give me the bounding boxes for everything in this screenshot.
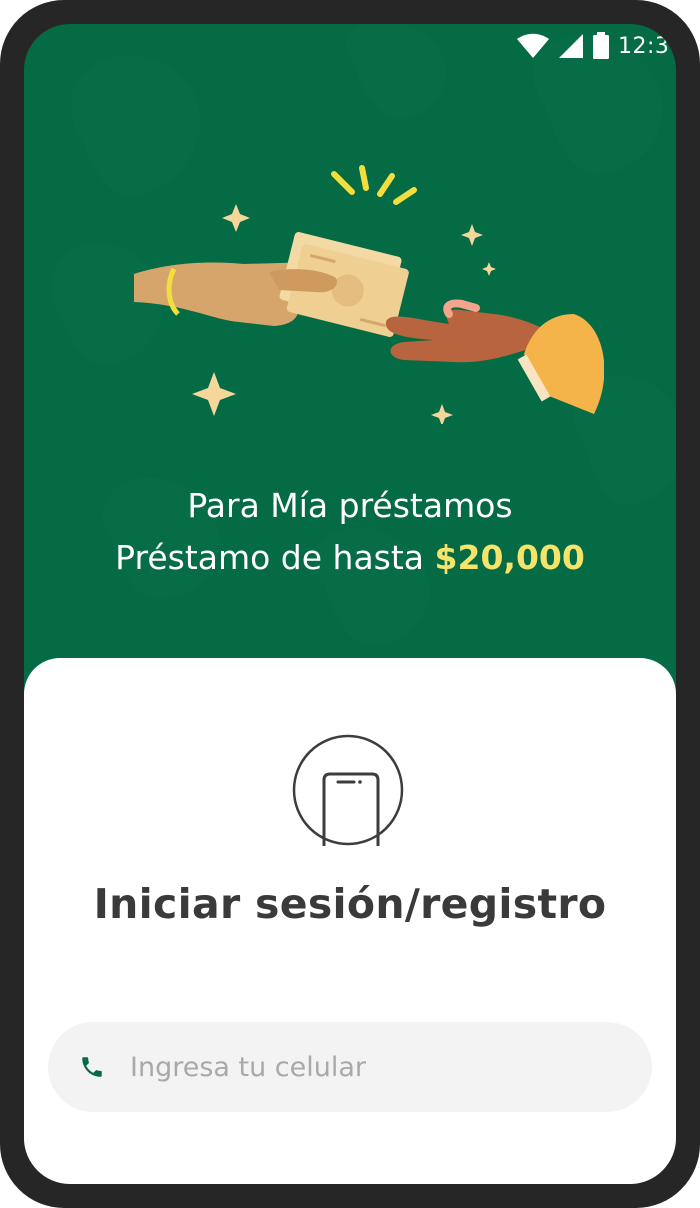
hero-subtitle: Préstamo de hasta $20,000 bbox=[24, 532, 676, 584]
phone-field[interactable] bbox=[48, 1022, 652, 1112]
phone-input[interactable] bbox=[130, 1037, 652, 1097]
login-title: Iniciar sesión/registro bbox=[93, 880, 607, 928]
hero-title: Para Mía préstamos bbox=[187, 486, 513, 525]
phone-icon bbox=[78, 1053, 106, 1081]
login-sheet: Iniciar sesión/registro bbox=[24, 658, 676, 1184]
status-bar: 12:30 bbox=[24, 24, 676, 68]
signal-icon bbox=[559, 34, 583, 58]
wifi-icon bbox=[517, 33, 549, 58]
hands-exchanging-money-illustration bbox=[134, 165, 604, 424]
status-icons: 12:30 bbox=[516, 32, 676, 60]
device-frame: 12:30 bbox=[0, 0, 700, 1208]
status-time: 12:30 bbox=[618, 33, 676, 59]
smartphone-icon bbox=[292, 734, 404, 846]
battery-icon bbox=[593, 32, 609, 59]
app-screen: 12:30 bbox=[24, 24, 676, 1184]
hero-subtitle-prefix: Préstamo de hasta bbox=[115, 538, 435, 577]
hero-text: Para Mía préstamos Préstamo de hasta $20… bbox=[24, 480, 676, 584]
loan-amount: $20,000 bbox=[434, 538, 585, 577]
